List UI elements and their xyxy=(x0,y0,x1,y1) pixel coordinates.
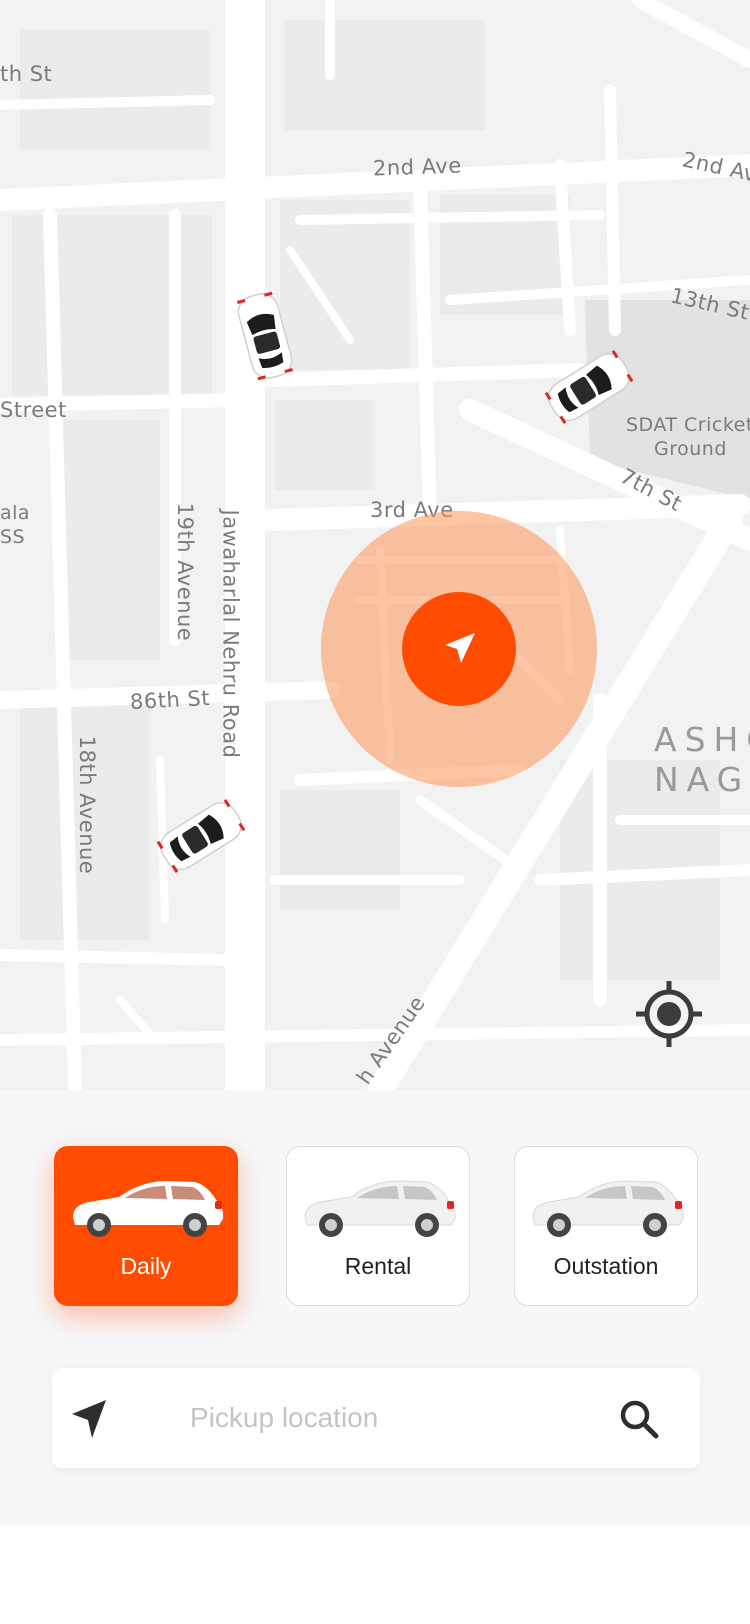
search-icon[interactable] xyxy=(618,1398,660,1440)
app-screen: th St 2nd Ave 2nd Av 13th St Street SDAT… xyxy=(0,0,750,1624)
park-label: SDAT Cricket xyxy=(626,414,750,436)
ride-type-outstation[interactable]: Outstation xyxy=(514,1146,698,1306)
ride-type-label: Daily xyxy=(120,1253,172,1279)
ride-type-rental[interactable]: Rental xyxy=(286,1146,470,1306)
park-label: Ground xyxy=(654,438,727,460)
street-label: Street xyxy=(0,398,67,422)
pickup-location-input[interactable] xyxy=(190,1392,570,1444)
my-location-icon[interactable] xyxy=(634,979,704,1049)
area-label: NAGA xyxy=(654,760,750,799)
street-label: th St xyxy=(0,62,53,86)
street-label: 18th Avenue xyxy=(75,735,100,875)
navigation-arrow-icon xyxy=(72,1400,106,1438)
ride-type-label: Rental xyxy=(344,1253,412,1279)
ride-type-daily[interactable]: Daily xyxy=(54,1146,238,1306)
area-label: ASHO xyxy=(654,720,750,759)
ride-type-label: Outstation xyxy=(553,1253,659,1279)
navigation-arrow-icon xyxy=(445,633,475,663)
street-label: 2nd Ave xyxy=(372,153,463,181)
area-label: ala xyxy=(0,502,31,524)
street-label: Jawaharlal Nehru Road xyxy=(218,509,243,759)
pickup-search-bar[interactable] xyxy=(52,1368,700,1468)
car-icon xyxy=(532,1180,684,1237)
current-location-marker[interactable] xyxy=(402,592,516,706)
area-label: SS xyxy=(0,526,26,548)
map-view[interactable]: th St 2nd Ave 2nd Av 13th St Street SDAT… xyxy=(0,0,750,1090)
street-label: 19th Avenue xyxy=(173,502,198,642)
car-icon xyxy=(304,1180,456,1237)
car-icon xyxy=(73,1181,224,1237)
booking-panel: Daily Rental Outstation xyxy=(0,1090,750,1526)
street-label: 86th St xyxy=(129,685,211,715)
